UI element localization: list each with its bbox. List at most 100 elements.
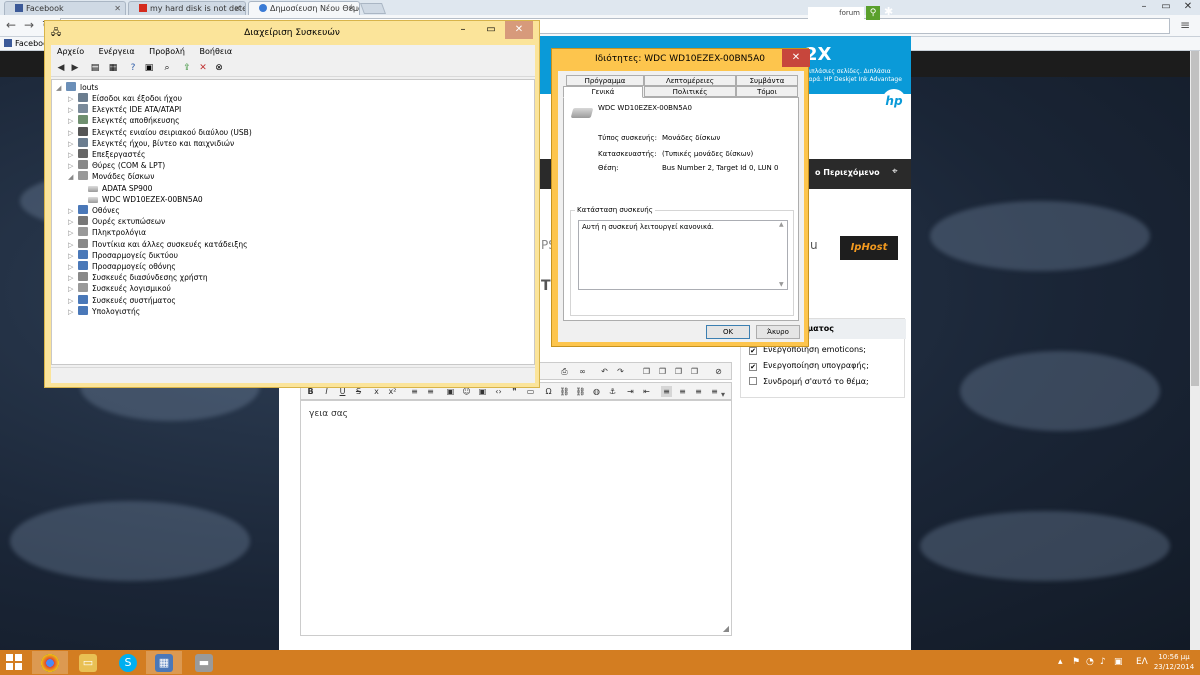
device-item[interactable]: WDC WD10EZEX-00BN5A0 (88, 194, 203, 205)
checkbox[interactable] (749, 377, 757, 385)
checkbox[interactable]: ✔ (749, 347, 757, 355)
search-button[interactable]: ⚲ (866, 6, 880, 20)
update-driver-icon[interactable]: ⇪ (181, 62, 193, 74)
indent-icon[interactable]: ⇥ (625, 386, 636, 397)
scroll-down-icon[interactable]: ▼ (779, 281, 784, 288)
expand-arrow-icon[interactable]: ▷ (68, 228, 78, 239)
expand-arrow-icon[interactable]: ▷ (68, 307, 78, 318)
device-category[interactable]: ▷ Ελεγκτές αποθήκευσης (68, 115, 180, 127)
collapse-arrow-icon[interactable]: ◢ (68, 172, 78, 183)
start-button[interactable] (6, 654, 24, 672)
device-status-text[interactable]: Αυτή η συσκευή λειτουργεί κανονικά. (578, 220, 788, 290)
device-category[interactable]: ◢ Μονάδες δίσκων (68, 171, 154, 183)
wifi-icon[interactable]: ◔ (1086, 657, 1094, 667)
align-left-icon[interactable]: ≡ (661, 386, 672, 397)
device-category[interactable]: ▷ Συσκευές λογισμικού (68, 283, 171, 295)
justify-icon[interactable]: ≡ (709, 386, 720, 397)
flag-icon[interactable]: ⚑ (1072, 657, 1080, 667)
checkbox[interactable]: ✔ (749, 363, 757, 371)
collapse-icon[interactable]: ▾ (721, 390, 725, 399)
tab-events[interactable]: Συμβάντα (736, 75, 798, 86)
clock[interactable]: 10:56 μμ 23/12/2014 (1150, 652, 1198, 672)
tab-volumes[interactable]: Τόμοι (736, 86, 798, 97)
device-category[interactable]: ▷ Πληκτρολόγια (68, 227, 146, 239)
close-icon[interactable]: ✕ (114, 2, 121, 15)
disable-icon[interactable]: ⊗ (213, 62, 225, 74)
tab-facebook[interactable]: Facebook ✕ (4, 1, 126, 15)
expand-arrow-icon[interactable]: ▷ (68, 116, 78, 127)
scroll-up-icon[interactable]: ▲ (779, 221, 784, 228)
link-icon[interactable]: ⛓ (559, 386, 570, 397)
anchor-icon[interactable]: ⚓ (607, 386, 618, 397)
undo-icon[interactable]: ↶ (599, 366, 610, 377)
device-category[interactable]: ▷ Υπολογιστής (68, 306, 140, 318)
menu-icon[interactable]: ≡ (1180, 18, 1190, 32)
taskbar-explorer[interactable]: ▭ (70, 651, 106, 674)
close-button[interactable]: ✕ (782, 49, 810, 67)
copy-icon[interactable]: ❐ (641, 366, 652, 377)
minimize-button[interactable]: – (449, 21, 477, 39)
show-hide-tree-icon[interactable]: ▤ (89, 62, 101, 74)
option-subscribe[interactable]: Συνδρομή σ'αυτό το θέμα; (749, 377, 869, 386)
cancel-button[interactable]: Άκυρο (756, 325, 800, 339)
nav-content-link[interactable]: ο Περιεχόμενο (815, 168, 880, 177)
paste-word-icon[interactable]: ❐ (689, 366, 700, 377)
maximize-button[interactable]: ▭ (1156, 0, 1176, 13)
close-icon[interactable]: ✕ (348, 2, 355, 15)
new-tab-button[interactable] (359, 3, 387, 14)
device-item[interactable]: ADATA SP900 (88, 183, 152, 194)
print-icon[interactable]: ⎙ (559, 366, 570, 377)
tab-policies[interactable]: Πολιτικές (644, 86, 736, 97)
expand-arrow-icon[interactable]: ▷ (68, 284, 78, 295)
globe-icon[interactable]: ◍ (591, 386, 602, 397)
tab-new-post[interactable]: Δημοσίευση Νέου Θέματ ✕ (248, 1, 360, 15)
scrollbar-thumb[interactable] (1191, 51, 1199, 386)
post-editor[interactable]: γεια σας ◢ (300, 400, 732, 636)
close-icon[interactable]: ✕ (234, 2, 241, 15)
menu-action[interactable]: Ενέργεια (99, 47, 135, 56)
link-icon[interactable]: ∞ (577, 366, 588, 377)
taskbar-properties[interactable]: ▬ (186, 651, 222, 674)
tab-general[interactable]: Γενικά (563, 86, 643, 98)
special-char-icon[interactable]: Ω (543, 386, 554, 397)
back-icon[interactable]: ← (6, 18, 16, 32)
option-signature[interactable]: ✔ Ενεργοποίηση υπογραφής; (749, 361, 869, 371)
volume-icon[interactable]: ♪ (1100, 657, 1106, 667)
taskbar-chrome[interactable] (32, 651, 68, 674)
taskbar-skype[interactable]: S (110, 651, 146, 674)
align-center-icon[interactable]: ≡ (677, 386, 688, 397)
maximize-button[interactable]: ▭ (477, 21, 505, 39)
properties-icon[interactable]: ▦ (107, 62, 119, 74)
redo-icon[interactable]: ↷ (615, 366, 626, 377)
close-button[interactable]: ✕ (505, 21, 533, 39)
scan-hardware-icon[interactable]: ⌕ (161, 62, 173, 74)
paste-text-icon[interactable]: ❐ (673, 366, 684, 377)
search-input[interactable]: forum (808, 7, 864, 19)
editor-text[interactable]: γεια σας (309, 409, 348, 419)
menu-help[interactable]: Βοήθεια (200, 47, 233, 56)
pin-icon[interactable]: ⌖ (892, 166, 898, 177)
align-right-icon[interactable]: ≡ (693, 386, 704, 397)
device-tree[interactable]: ◢ louts ▷ Είσοδοι και έξοδοι ήχου ▷ Ελεγκτές… (51, 79, 535, 365)
menu-file[interactable]: Αρχείο (57, 47, 84, 56)
remove-format-icon[interactable]: ⊘ (713, 366, 724, 377)
close-window-button[interactable]: ✕ (1178, 0, 1198, 13)
tab-driver[interactable]: Πρόγραμμα οδήγησης (566, 75, 644, 95)
iphost-logo[interactable]: IpHost (840, 236, 898, 260)
ok-button[interactable]: OK (706, 325, 750, 339)
outdent-icon[interactable]: ⇤ (641, 386, 652, 397)
tab-details[interactable]: Λεπτομέρειες (644, 75, 736, 86)
forward-icon[interactable]: → (24, 18, 34, 32)
tab-youtube[interactable]: my hard disk is not detec ✕ (128, 1, 246, 15)
help-icon[interactable]: ? (127, 62, 139, 74)
resize-handle[interactable]: ◢ (723, 624, 729, 633)
uninstall-icon[interactable]: ✕ (197, 62, 209, 74)
back-icon[interactable]: ◀ (55, 62, 67, 74)
minimize-button[interactable]: – (1134, 0, 1154, 13)
language-indicator[interactable]: ΕΛ (1136, 657, 1148, 667)
menu-view[interactable]: Προβολή (149, 47, 185, 56)
taskbar-device-manager[interactable]: ▦ (146, 651, 182, 674)
gear-icon[interactable]: ✱ (884, 5, 893, 18)
page-scrollbar[interactable] (1190, 51, 1200, 650)
paste-icon[interactable]: ❐ (657, 366, 668, 377)
